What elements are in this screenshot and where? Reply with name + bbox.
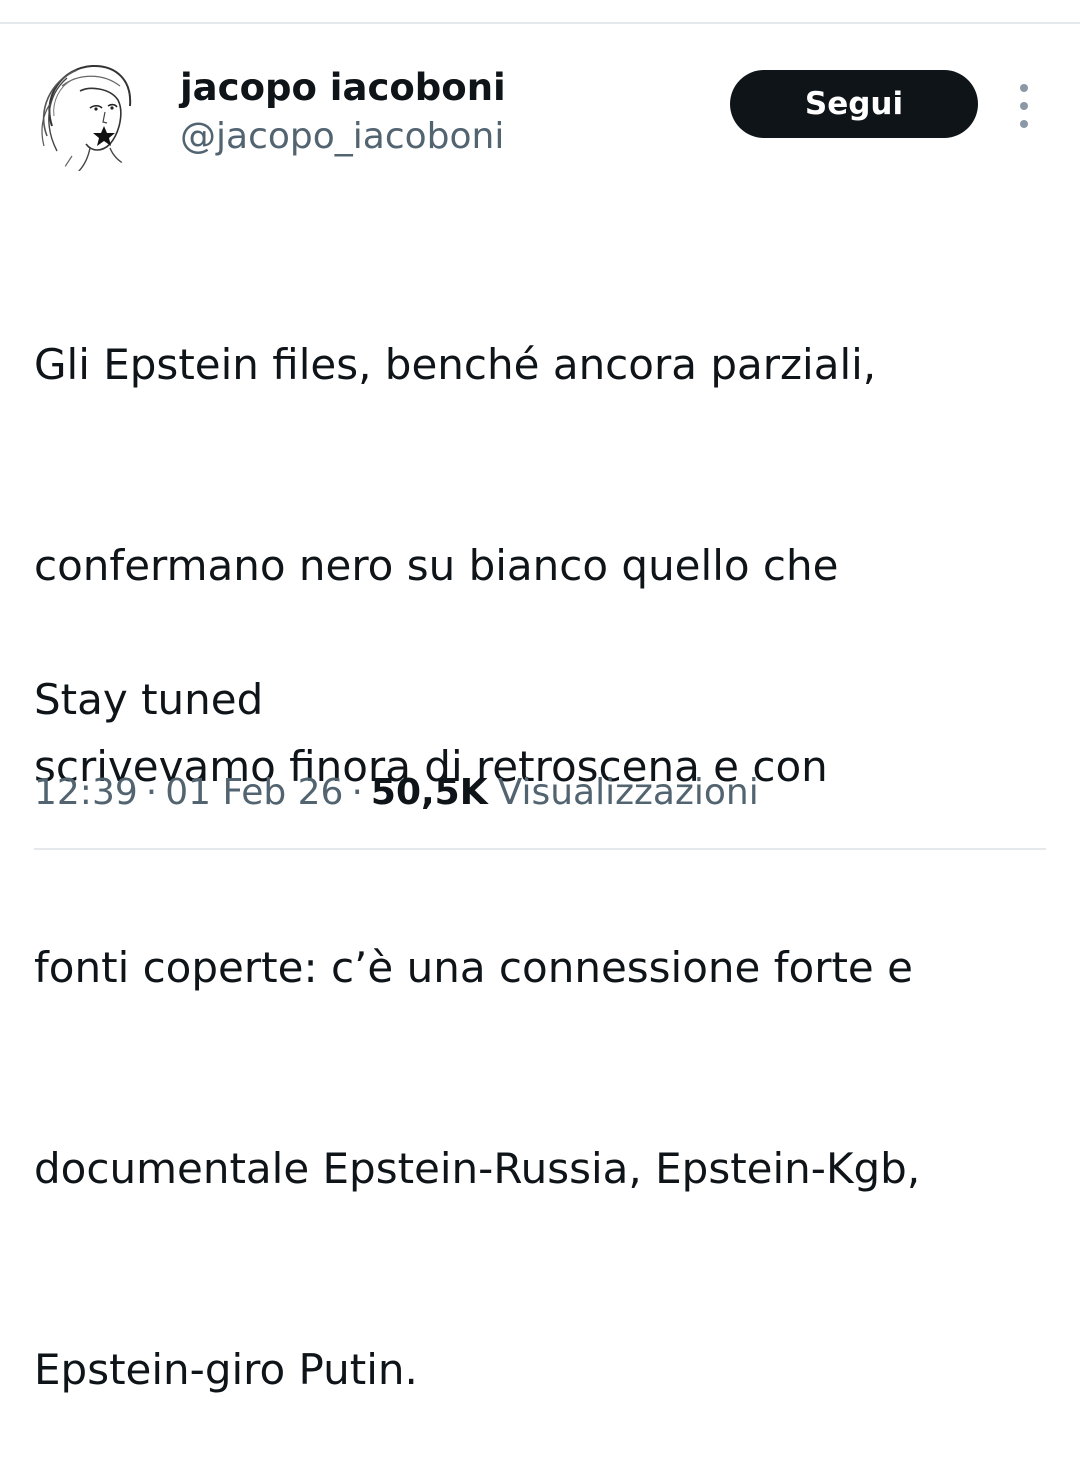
tweet-text: Gli Epstein files, benché ancora parzial… [34,197,1064,1470]
sketch-portrait-avatar-icon [32,56,148,172]
tweet-text-line: Gli Epstein files, benché ancora parzial… [34,340,877,389]
meta-separator: · [145,772,158,813]
vertical-ellipsis-icon [1020,120,1028,128]
vertical-ellipsis-icon [1020,84,1028,92]
vertical-ellipsis-icon [1020,102,1028,110]
tweet-text-line: documentale Epstein-Russia, Epstein-Kgb, [34,1144,921,1193]
views-label[interactable]: Visualizzazioni [498,772,759,813]
display-name[interactable]: jacopo iacoboni [180,66,506,109]
tweet-closing-text: Stay tuned [34,675,264,724]
tweet-text-line: fonti coperte: c’è una connessione forte… [34,943,913,992]
follow-button[interactable]: Segui [730,70,978,138]
tweet-meta: 12:39 · 01 Feb 26 · 50,5K Visualizzazion… [34,772,759,813]
avatar[interactable] [32,56,148,172]
meta-separator: · [351,772,363,813]
more-options-button[interactable] [1006,84,1042,128]
views-count[interactable]: 50,5K [371,772,488,813]
tweet-text-line: Epstein-giro Putin. [34,1345,418,1394]
tweet-time[interactable]: 12:39 [34,772,138,813]
bottom-divider [34,848,1046,850]
tweet-text-line: confermano nero su bianco quello che [34,541,839,590]
top-divider [0,22,1080,24]
tweet-date[interactable]: 01 Feb 26 [165,772,343,813]
user-handle[interactable]: @jacopo_iacoboni [180,116,504,157]
